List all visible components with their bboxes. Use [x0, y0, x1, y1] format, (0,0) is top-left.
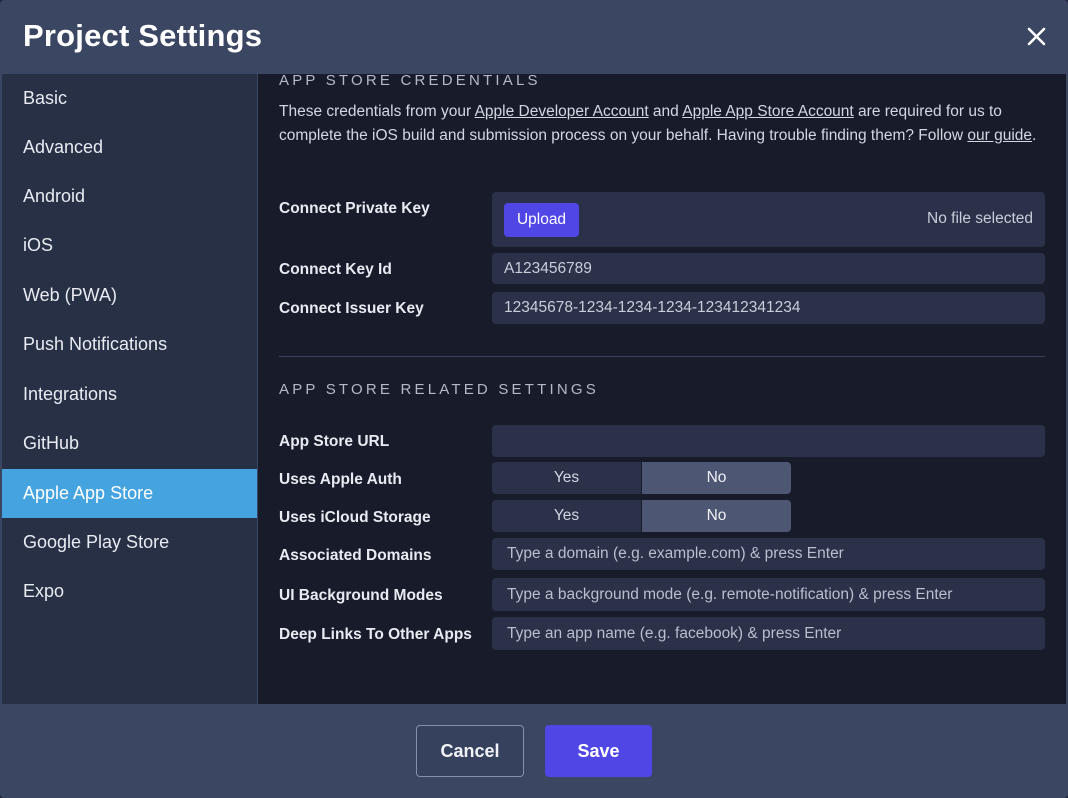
- apple-app-store-account-link[interactable]: Apple App Store Account: [682, 103, 853, 120]
- private-key-upload-field: Upload No file selected: [492, 192, 1045, 247]
- apple-developer-account-link[interactable]: Apple Developer Account: [475, 103, 649, 120]
- apple-auth-yes-option[interactable]: Yes: [492, 462, 641, 494]
- settings-content: APP STORE CREDENTIALS These credentials …: [258, 74, 1066, 704]
- ui-background-modes-input[interactable]: Type a background mode (e.g. remote-noti…: [492, 578, 1045, 611]
- apple-auth-no-option[interactable]: No: [642, 462, 791, 494]
- desc-text-4: .: [1032, 127, 1037, 144]
- section-divider: [279, 356, 1045, 357]
- desc-text-1: These credentials from your: [279, 103, 475, 120]
- sidebar-item-push-notifications[interactable]: Push Notifications: [2, 320, 257, 369]
- ui-background-modes-label: UI Background Modes: [279, 587, 443, 604]
- upload-button[interactable]: Upload: [504, 203, 579, 237]
- uses-icloud-storage-toggle: Yes No: [492, 500, 791, 532]
- credentials-description: These credentials from your Apple Develo…: [279, 100, 1049, 148]
- sidebar-item-apple-app-store[interactable]: Apple App Store: [2, 469, 257, 518]
- section-title-credentials: APP STORE CREDENTIALS: [279, 74, 541, 89]
- deep-links-label: Deep Links To Other Apps: [279, 626, 472, 643]
- save-button[interactable]: Save: [545, 725, 652, 777]
- desc-text-2: and: [648, 103, 683, 120]
- connect-key-id-input[interactable]: A123456789: [492, 253, 1045, 284]
- uses-icloud-storage-label: Uses iCloud Storage: [279, 509, 431, 526]
- section-title-related-settings: APP STORE RELATED SETTINGS: [279, 381, 599, 398]
- sidebar-item-basic[interactable]: Basic: [2, 74, 257, 123]
- associated-domains-label: Associated Domains: [279, 547, 432, 564]
- sidebar-item-integrations[interactable]: Integrations: [2, 370, 257, 419]
- modal-title: Project Settings: [23, 18, 263, 53]
- app-store-url-input[interactable]: [492, 425, 1045, 457]
- modal-header: Project Settings: [0, 0, 1068, 74]
- uses-apple-auth-toggle: Yes No: [492, 462, 791, 494]
- settings-sidebar: Basic Advanced Android iOS Web (PWA) Pus…: [2, 74, 257, 704]
- sidebar-item-github[interactable]: GitHub: [2, 419, 257, 468]
- sidebar-item-android[interactable]: Android: [2, 172, 257, 221]
- sidebar-item-expo[interactable]: Expo: [2, 567, 257, 616]
- sidebar-item-google-play-store[interactable]: Google Play Store: [2, 518, 257, 567]
- project-settings-modal: Project Settings Basic Advanced Android …: [0, 0, 1068, 798]
- connect-issuer-key-label: Connect Issuer Key: [279, 300, 424, 317]
- app-store-url-label: App Store URL: [279, 433, 390, 450]
- our-guide-link[interactable]: our guide: [967, 127, 1032, 144]
- close-icon[interactable]: [1022, 22, 1052, 52]
- sidebar-item-web-pwa[interactable]: Web (PWA): [2, 271, 257, 320]
- connect-private-key-label: Connect Private Key: [279, 200, 430, 217]
- icloud-no-option[interactable]: No: [642, 500, 791, 532]
- associated-domains-input[interactable]: Type a domain (e.g. example.com) & press…: [492, 538, 1045, 570]
- no-file-selected-text: No file selected: [927, 210, 1033, 227]
- connect-key-id-label: Connect Key Id: [279, 261, 392, 278]
- uses-apple-auth-label: Uses Apple Auth: [279, 471, 402, 488]
- deep-links-input[interactable]: Type an app name (e.g. facebook) & press…: [492, 617, 1045, 650]
- sidebar-item-advanced[interactable]: Advanced: [2, 123, 257, 172]
- cancel-button[interactable]: Cancel: [416, 725, 524, 777]
- connect-issuer-key-input[interactable]: 12345678-1234-1234-1234-123412341234: [492, 292, 1045, 324]
- sidebar-item-ios[interactable]: iOS: [2, 221, 257, 270]
- icloud-yes-option[interactable]: Yes: [492, 500, 641, 532]
